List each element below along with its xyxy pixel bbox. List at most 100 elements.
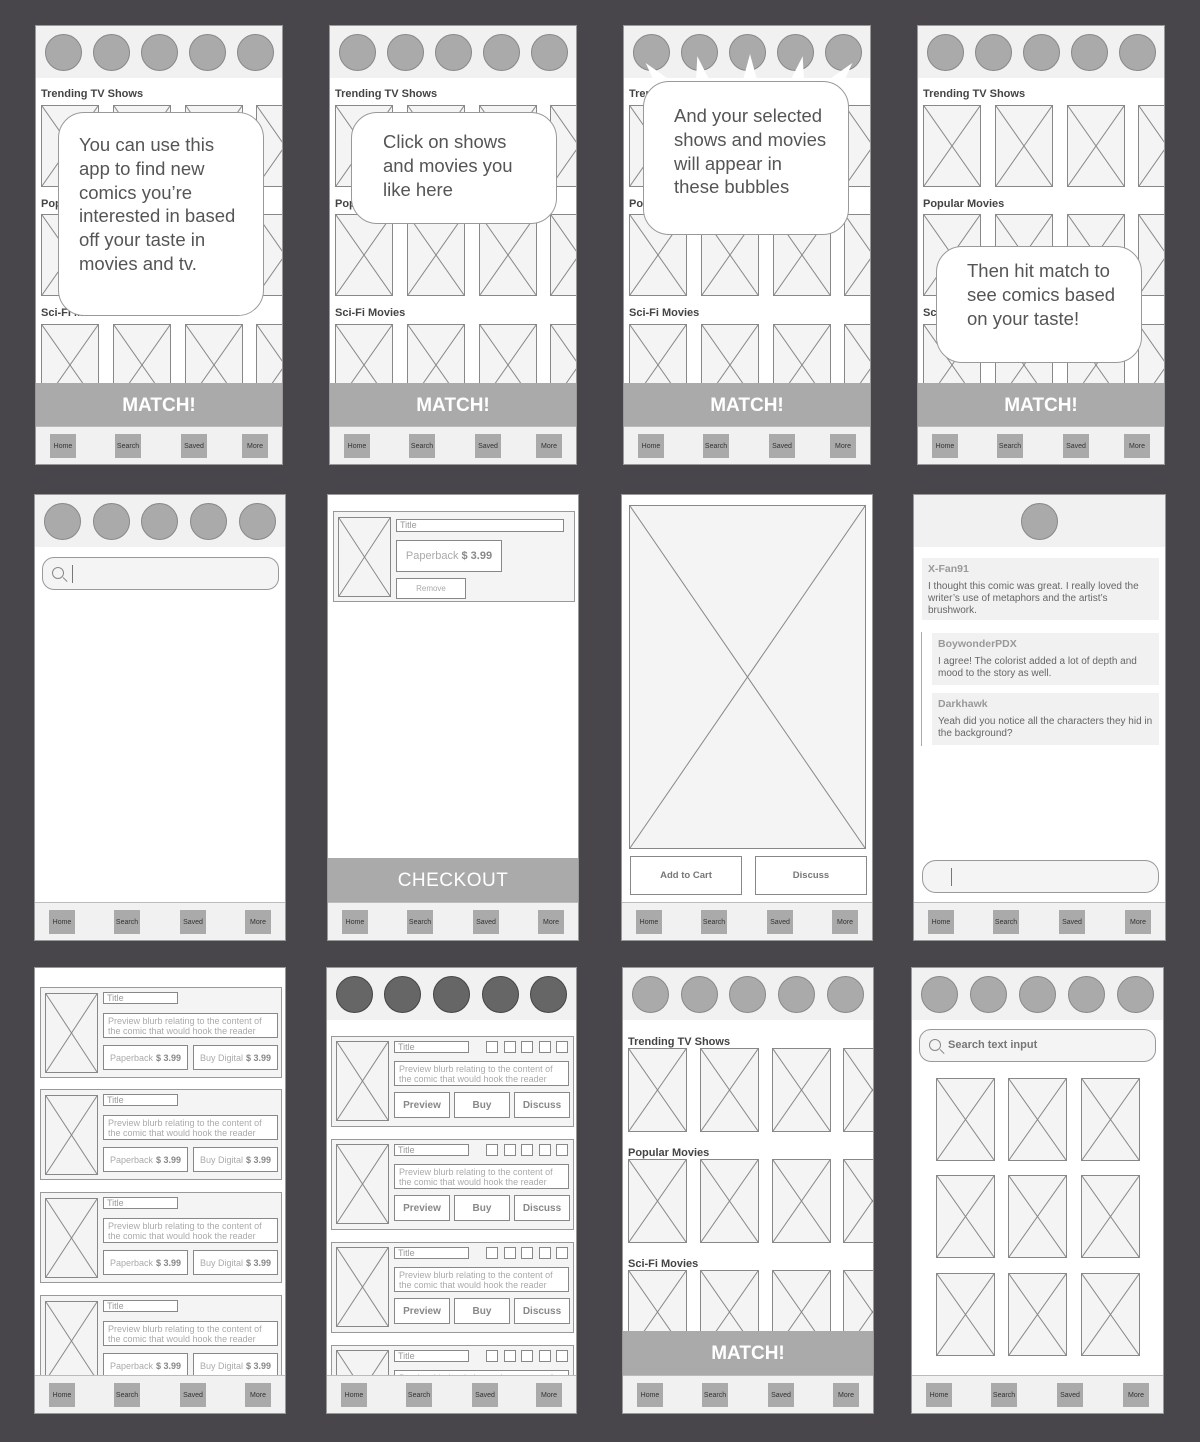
rating-checkbox[interactable]	[539, 1041, 551, 1053]
selected-bubble[interactable]	[1068, 975, 1105, 1013]
selected-bubble[interactable]	[481, 975, 519, 1013]
selected-bubble[interactable]	[92, 33, 130, 71]
nav-search-button[interactable]: Search	[114, 1383, 140, 1407]
preview-button[interactable]: Preview	[394, 1298, 450, 1324]
remove-button[interactable]: Remove	[396, 578, 466, 599]
comic-result-thumbnail[interactable]	[936, 1273, 995, 1356]
nav-search-button[interactable]: Search	[702, 1383, 728, 1407]
selected-bubble[interactable]	[188, 33, 226, 71]
selected-bubble[interactable]	[530, 33, 568, 71]
checkout-button[interactable]: CHECKOUT	[328, 858, 578, 904]
media-thumbnail[interactable]	[700, 1159, 759, 1243]
comment-author[interactable]: X-Fan91	[928, 563, 1153, 575]
selected-bubble[interactable]	[1118, 33, 1156, 71]
match-button[interactable]: MATCH!	[36, 383, 282, 428]
nav-more-button[interactable]: More	[833, 1383, 859, 1407]
nav-search-button[interactable]: Search	[407, 910, 433, 934]
buy-button[interactable]: Buy	[454, 1195, 510, 1221]
nav-home-button[interactable]: Home	[636, 910, 662, 934]
selected-bubble[interactable]	[141, 502, 179, 540]
buy-button[interactable]: Buy	[454, 1092, 510, 1118]
nav-search-button[interactable]: Search	[114, 910, 140, 934]
nav-saved-button[interactable]: Saved	[768, 1383, 794, 1407]
selected-bubble[interactable]	[190, 502, 228, 540]
rating-checkbox[interactable]	[556, 1144, 568, 1156]
selected-bubble[interactable]	[530, 975, 568, 1013]
nav-saved-button[interactable]: Saved	[769, 434, 795, 458]
selected-bubble[interactable]	[236, 33, 274, 71]
paperback-price[interactable]: Paperback $ 3.99	[396, 540, 502, 572]
selected-bubble[interactable]	[631, 975, 669, 1013]
nav-search-button[interactable]: Search	[701, 910, 727, 934]
nav-home-button[interactable]: Home	[932, 434, 958, 458]
match-button[interactable]: MATCH!	[624, 383, 870, 428]
comic-cover-thumbnail[interactable]	[45, 1198, 98, 1278]
nav-more-button[interactable]: More	[245, 1383, 271, 1407]
nav-more-button[interactable]: More	[832, 910, 858, 934]
media-thumbnail[interactable]	[1067, 105, 1125, 187]
selected-bubble[interactable]	[974, 33, 1012, 71]
nav-home-button[interactable]: Home	[344, 434, 370, 458]
selected-bubble[interactable]	[482, 33, 520, 71]
nav-saved-button[interactable]: Saved	[1059, 910, 1085, 934]
rating-checkbox[interactable]	[556, 1041, 568, 1053]
selected-bubble[interactable]	[384, 975, 422, 1013]
nav-saved-button[interactable]: Saved	[767, 910, 793, 934]
discuss-button[interactable]: Discuss	[514, 1195, 570, 1221]
rating-checkbox[interactable]	[504, 1041, 516, 1053]
media-thumbnail[interactable]	[772, 1048, 831, 1132]
nav-more-button[interactable]: More	[1124, 434, 1150, 458]
nav-saved-button[interactable]: Saved	[180, 1383, 206, 1407]
selected-bubble[interactable]	[434, 33, 472, 71]
comic-result-thumbnail[interactable]	[1008, 1078, 1067, 1161]
media-thumbnail[interactable]	[1138, 105, 1164, 187]
nav-search-button[interactable]: Search	[997, 434, 1023, 458]
rating-checkbox[interactable]	[486, 1144, 498, 1156]
nav-saved-button[interactable]: Saved	[1057, 1383, 1083, 1407]
buy-paperback-button[interactable]: Paperback $ 3.99	[103, 1147, 188, 1172]
selected-bubble[interactable]	[335, 975, 373, 1013]
media-thumbnail[interactable]	[628, 1048, 687, 1132]
match-button[interactable]: MATCH!	[330, 383, 576, 428]
nav-more-button[interactable]: More	[242, 434, 268, 458]
selected-bubble[interactable]	[386, 33, 424, 71]
nav-search-button[interactable]: Search	[991, 1383, 1017, 1407]
selected-bubble[interactable]	[1070, 33, 1108, 71]
media-thumbnail[interactable]	[335, 214, 393, 296]
selected-bubble[interactable]	[680, 975, 718, 1013]
nav-home-button[interactable]: Home	[49, 910, 75, 934]
match-button[interactable]: MATCH!	[623, 1331, 873, 1377]
nav-search-button[interactable]: Search	[409, 434, 435, 458]
comic-cover-thumbnail[interactable]	[336, 1041, 389, 1121]
nav-home-button[interactable]: Home	[342, 910, 368, 934]
rating-checkbox[interactable]	[486, 1247, 498, 1259]
rating-checkbox[interactable]	[521, 1041, 533, 1053]
nav-home-button[interactable]: Home	[341, 1383, 367, 1407]
selected-bubble[interactable]	[338, 33, 376, 71]
buy-digital-button[interactable]: Buy Digital $ 3.99	[193, 1147, 278, 1172]
media-thumbnail[interactable]	[844, 214, 870, 296]
selected-bubble[interactable]	[827, 975, 865, 1013]
nav-search-button[interactable]: Search	[406, 1383, 432, 1407]
add-to-cart-button[interactable]: Add to Cart	[630, 856, 742, 895]
selected-bubble[interactable]	[1117, 975, 1154, 1013]
media-thumbnail[interactable]	[1138, 214, 1164, 296]
nav-more-button[interactable]: More	[830, 434, 856, 458]
media-thumbnail[interactable]	[923, 105, 981, 187]
nav-saved-button[interactable]: Saved	[181, 434, 207, 458]
comic-result-thumbnail[interactable]	[1008, 1175, 1067, 1258]
selected-bubble[interactable]	[92, 502, 130, 540]
discuss-button[interactable]: Discuss	[514, 1092, 570, 1118]
nav-search-button[interactable]: Search	[993, 910, 1019, 934]
discuss-button[interactable]: Discuss	[755, 856, 867, 895]
nav-home-button[interactable]: Home	[638, 434, 664, 458]
selected-bubble[interactable]	[926, 33, 964, 71]
rating-checkbox[interactable]	[504, 1247, 516, 1259]
rating-checkbox[interactable]	[521, 1350, 533, 1362]
comment-input[interactable]	[922, 860, 1159, 893]
buy-paperback-button[interactable]: Paperback $ 3.99	[103, 1045, 188, 1070]
nav-more-button[interactable]: More	[536, 434, 562, 458]
nav-saved-button[interactable]: Saved	[475, 434, 501, 458]
media-thumbnail[interactable]	[628, 1159, 687, 1243]
preview-button[interactable]: Preview	[394, 1195, 450, 1221]
